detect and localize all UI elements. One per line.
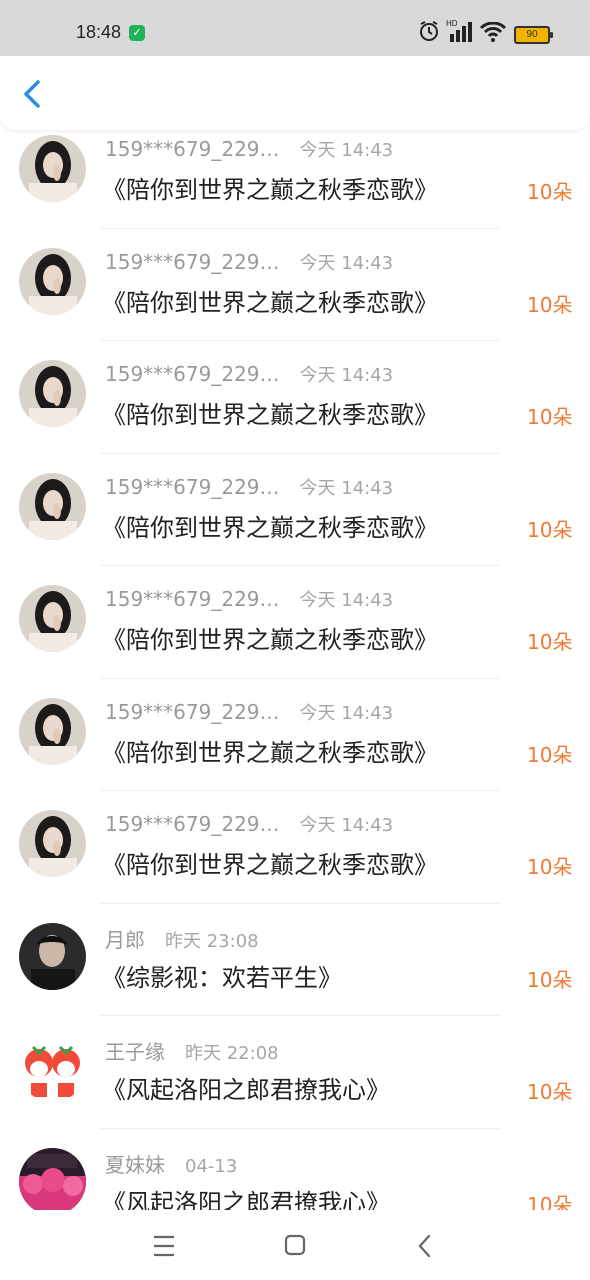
list-item[interactable]: 159***679_229… 今天 14:43 《陪你到世界之巅之秋季恋歌》 10…	[0, 468, 590, 581]
status-time: 18:48	[76, 22, 122, 42]
avatar[interactable]	[19, 810, 86, 877]
divider	[100, 902, 500, 904]
gift-list: 159***679_229… 今天 14:43 《陪你到世界之巅之秋季恋歌》 10…	[0, 130, 590, 1210]
list-item[interactable]: 159***679_229… 今天 14:43 《陪你到世界之巅之秋季恋歌》 10…	[0, 355, 590, 468]
divider	[100, 340, 500, 341]
home-button[interactable]	[275, 1228, 315, 1264]
flower-count: 10朵	[527, 517, 573, 542]
avatar[interactable]	[19, 922, 86, 990]
divider	[100, 452, 500, 454]
book-title[interactable]: 《陪你到世界之巅之秋季恋歌》	[102, 620, 438, 655]
flower-count: 10朵	[527, 405, 573, 429]
item-time: 今天 14:43	[299, 702, 394, 724]
book-title[interactable]: 《陪你到世界之巅之秋季恋歌》	[102, 395, 438, 430]
avatar[interactable]	[19, 585, 86, 652]
flower-count: 10朵	[527, 742, 573, 767]
flower-count: 10朵	[527, 967, 573, 992]
user-name: 159***679_229…	[105, 699, 280, 724]
avatar[interactable]	[19, 1147, 86, 1210]
divider	[100, 1015, 500, 1016]
divider	[100, 790, 500, 791]
list-item[interactable]: 王子缘 昨天 22:08 《风起洛阳之郎君撩我心》 10朵	[0, 1030, 590, 1143]
battery-icon: 90	[514, 26, 553, 44]
home-icon	[284, 1234, 306, 1256]
back-button[interactable]	[18, 76, 48, 112]
network-type: HD	[446, 19, 458, 28]
item-time: 今天 14:43	[299, 590, 394, 611]
system-nav-bar	[0, 1210, 590, 1280]
user-name: 159***679_229…	[105, 587, 280, 611]
list-item[interactable]: 159***679_229… 今天 14:43 《陪你到世界之巅之秋季恋歌》 10…	[0, 805, 590, 918]
user-name: 159***679_229…	[105, 137, 280, 161]
status-bar: 18:48 ✓ HD 90	[0, 0, 590, 56]
flower-count: 10朵	[527, 1080, 573, 1104]
list-item[interactable]: 159***679_229… 今天 14:43 《陪你到世界之巅之秋季恋歌》 10…	[0, 693, 590, 806]
avatar[interactable]	[19, 1035, 86, 1102]
avatar[interactable]	[19, 472, 86, 540]
item-time: 今天 14:43	[299, 140, 394, 161]
item-time: 昨天 22:08	[185, 1043, 279, 1064]
divider	[100, 227, 500, 229]
flower-count: 10朵	[527, 1192, 573, 1211]
wifi-icon	[479, 21, 507, 47]
book-title[interactable]: 《陪你到世界之巅之秋季恋歌》	[102, 845, 438, 880]
user-name: 夏妹妹	[105, 1152, 165, 1177]
flower-count: 10朵	[527, 630, 573, 654]
back-icon	[418, 1234, 431, 1258]
list-item[interactable]: 159***679_229… 今天 14:43 《陪你到世界之巅之秋季恋歌》 10…	[0, 243, 590, 356]
list-item[interactable]: 159***679_229… 今天 14:43 《陪你到世界之巅之秋季恋歌》 10…	[0, 580, 590, 693]
divider	[100, 677, 500, 679]
book-title[interactable]: 《陪你到世界之巅之秋季恋歌》	[102, 508, 438, 543]
item-time: 今天 14:43	[299, 365, 394, 386]
item-time: 今天 14:43	[299, 477, 394, 499]
flower-count: 10朵	[527, 292, 573, 317]
avatar[interactable]	[19, 135, 86, 202]
avatar[interactable]	[19, 697, 86, 765]
list-item[interactable]: 月郎 昨天 23:08 《综影视：欢若平生》 10朵	[0, 918, 590, 1031]
top-header	[0, 56, 590, 130]
shield-icon: ✓	[129, 25, 145, 41]
book-title[interactable]: 《陪你到世界之巅之秋季恋歌》	[102, 283, 438, 318]
user-name: 159***679_229…	[105, 362, 280, 386]
book-title[interactable]: 《陪你到世界之巅之秋季恋歌》	[102, 170, 438, 205]
system-back-button[interactable]	[405, 1228, 445, 1264]
book-title[interactable]: 《风起洛阳之郎君撩我心》	[102, 1070, 390, 1105]
avatar[interactable]	[19, 360, 86, 427]
flower-count: 10朵	[527, 855, 573, 879]
alarm-icon	[418, 20, 440, 47]
item-time: 今天 14:43	[299, 815, 394, 836]
signal-icon: HD	[446, 18, 474, 49]
book-title[interactable]: 《风起洛阳之郎君撩我心》	[102, 1183, 390, 1211]
list-item[interactable]: 159***679_229… 今天 14:43 《陪你到世界之巅之秋季恋歌》 10…	[0, 130, 590, 243]
menu-icon	[154, 1235, 174, 1257]
item-time: 昨天 23:08	[165, 930, 259, 952]
user-name: 159***679_229…	[105, 249, 280, 274]
divider	[100, 565, 500, 566]
book-title[interactable]: 《陪你到世界之巅之秋季恋歌》	[102, 733, 438, 768]
list-item[interactable]: 夏妹妹 04-13 《风起洛阳之郎君撩我心》 10朵	[0, 1143, 590, 1211]
flower-count: 10朵	[527, 180, 573, 204]
chevron-left-icon	[24, 80, 40, 108]
user-name: 月郎	[105, 927, 145, 952]
menu-button[interactable]	[144, 1228, 184, 1264]
item-time: 今天 14:43	[299, 252, 394, 274]
avatar[interactable]	[19, 247, 86, 315]
user-name: 159***679_229…	[105, 474, 280, 499]
user-name: 159***679_229…	[105, 812, 280, 836]
user-name: 王子缘	[105, 1040, 165, 1064]
divider	[100, 1127, 500, 1129]
book-title[interactable]: 《综影视：欢若平生》	[102, 958, 342, 993]
item-time: 04-13	[185, 1155, 238, 1177]
